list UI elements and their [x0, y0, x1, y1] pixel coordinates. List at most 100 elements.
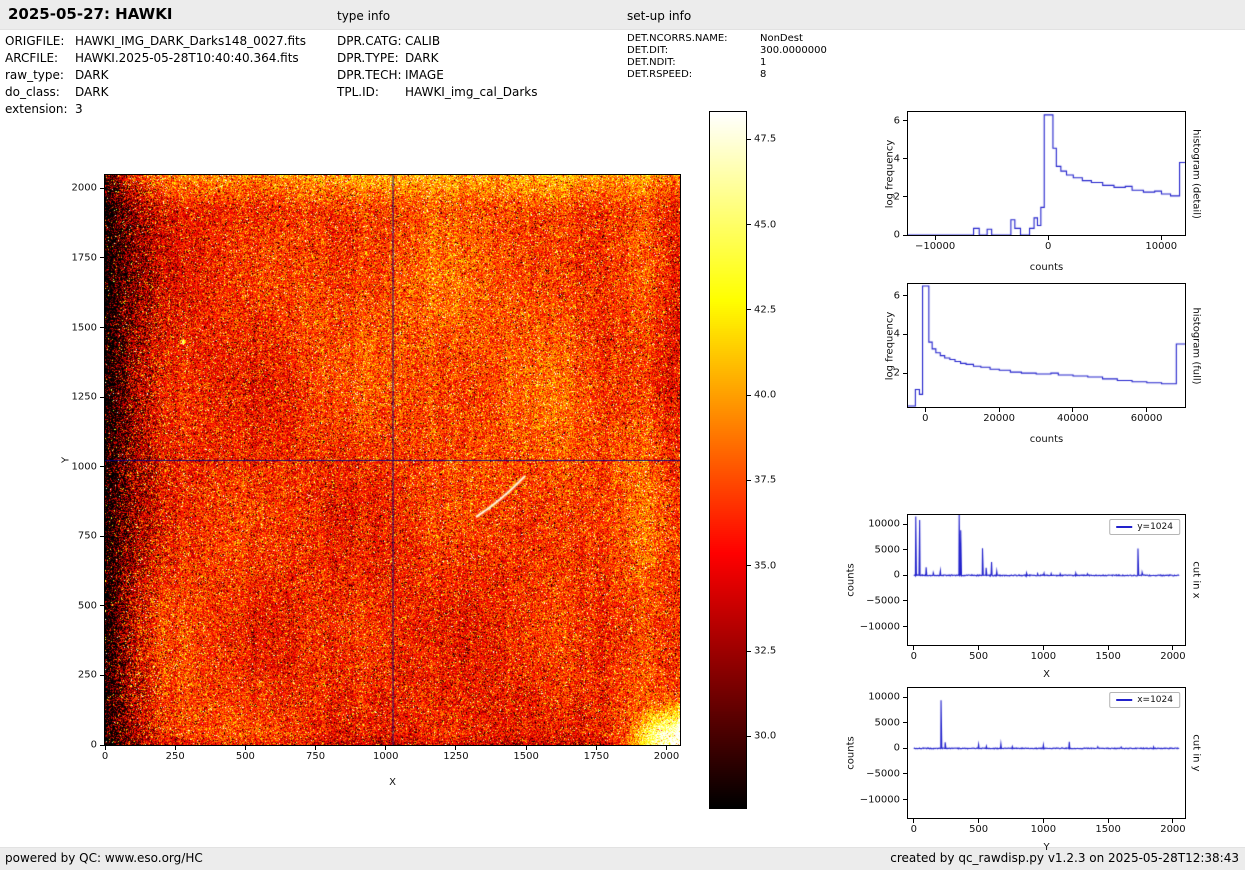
cut-x-x-tickmark [1043, 646, 1044, 650]
hist-detail-x-tick-label: 10000 [1145, 241, 1177, 252]
hist-detail-canvas [908, 112, 1185, 235]
cut-x-right-label: cut in x [1191, 561, 1202, 598]
cut-x-x-tick-label: 0 [911, 651, 917, 662]
cut-y-x-tickmark [978, 819, 979, 823]
main-image-x-tick-label: 0 [102, 751, 108, 762]
colorbar-tickmark [747, 480, 751, 481]
kv-row: DET.DIT:300.0000000 [627, 45, 827, 56]
kv-value: DARK [75, 68, 108, 82]
colorbar-tickmark [747, 309, 751, 310]
hist-detail-x-tickmark [1161, 236, 1162, 240]
kv-row: DET.NDIT:1 [627, 57, 766, 68]
colorbar-tick-label: 37.5 [754, 475, 776, 486]
hist-full-canvas [908, 284, 1185, 407]
legend-line-icon [1116, 699, 1132, 701]
main-image-x-tickmark [175, 746, 176, 750]
main-image-x-tick-label: 2000 [654, 751, 679, 762]
cut-y-y-tickmark [903, 799, 907, 800]
cut-x-x-tick-label: 500 [969, 651, 988, 662]
hist-full-y-tick-label: 6 [894, 290, 900, 301]
main-image-x-tick-label: 1000 [373, 751, 398, 762]
main-image-y-tickmark [100, 745, 104, 746]
hist-full-y-tickmark [903, 334, 907, 335]
kv-value: CALIB [405, 34, 440, 48]
colorbar-tickmark [747, 224, 751, 225]
cut-x-y-tickmark [903, 575, 907, 576]
colorbar-tickmark [747, 395, 751, 396]
hist-full-x-tick-label: 0 [922, 413, 928, 424]
main-image-y-tickmark [100, 466, 104, 467]
kv-value: 1 [760, 57, 766, 68]
main-image-y-tick-label: 750 [78, 531, 97, 542]
hist-full-right-label: histogram (full) [1191, 307, 1202, 384]
main-image-x-tick-label: 750 [306, 751, 325, 762]
cut-y-x-tick-label: 0 [911, 824, 917, 835]
kv-value: 3 [75, 102, 83, 116]
cut-y-x-tick-label: 1000 [1031, 824, 1056, 835]
cut-y-legend-label: x=1024 [1137, 695, 1173, 705]
cut-x-y-tickmark [903, 600, 907, 601]
main-image-x-tickmark [315, 746, 316, 750]
colorbar-canvas [710, 112, 746, 808]
kv-row: DPR.TYPE:DARK [337, 51, 438, 65]
kv-label: TPL.ID: [337, 85, 405, 99]
kv-value: HAWKI_IMG_DARK_Darks148_0027.fits [75, 34, 306, 48]
cut-x-x-tickmark [913, 646, 914, 650]
colorbar-tick-label: 32.5 [754, 646, 776, 657]
colorbar-tickmark [747, 736, 751, 737]
main-image-y-tick-label: 0 [91, 740, 97, 751]
cut-x-x-tickmark [978, 646, 979, 650]
cut-x-x-tick-label: 1000 [1031, 651, 1056, 662]
cut-y-y-tickmark [903, 697, 907, 698]
cut-y-y-tickmark [903, 773, 907, 774]
footer-left-text: powered by QC: www.eso.org/HC [5, 851, 203, 865]
main-image-y-tick-label: 500 [78, 600, 97, 611]
hist-full-x-tickmark [999, 408, 1000, 412]
cut-y-y-tick-label: 0 [894, 743, 900, 754]
main-image-y-tick-label: 250 [78, 670, 97, 681]
cut-x-legend-label: y=1024 [1137, 522, 1173, 532]
footer-right-text: created by qc_rawdisp.py v1.2.3 on 2025-… [890, 851, 1239, 865]
cut-x-y-tick-label: −5000 [866, 595, 900, 606]
main-image-x-tick-label: 1250 [443, 751, 468, 762]
cut-y-legend: x=1024 [1109, 692, 1180, 708]
kv-label: ARCFILE: [5, 51, 75, 65]
main-image-y-tick-label: 1250 [72, 392, 97, 403]
hist-detail-x-axis-label: counts [1030, 262, 1063, 273]
main-image-x-tickmark [455, 746, 456, 750]
cut-y-y-tick-label: −10000 [860, 794, 900, 805]
legend-line-icon [1116, 526, 1132, 528]
hist-full-x-tickmark [925, 408, 926, 412]
kv-label: extension: [5, 102, 75, 116]
main-image-y-tick-label: 2000 [72, 183, 97, 194]
cut-x-legend: y=1024 [1109, 519, 1180, 535]
page-title: 2025-05-27: HAWKI [8, 5, 172, 23]
kv-row: DET.NCORRS.NAME:NonDest [627, 33, 803, 44]
cut-x-x-tickmark [1108, 646, 1109, 650]
cut-y-x-tickmark [913, 819, 914, 823]
cut-x-x-tick-label: 1500 [1095, 651, 1120, 662]
colorbar-tickmark [747, 651, 751, 652]
kv-value: 8 [760, 69, 766, 80]
cut-x-y-tick-label: −10000 [860, 621, 900, 632]
main-image-x-tick-label: 250 [166, 751, 185, 762]
kv-value: HAWKI_img_cal_Darks [405, 85, 538, 99]
hist-detail-right-label: histogram (detail) [1191, 129, 1202, 219]
cut-y-x-tickmark [1043, 819, 1044, 823]
main-image-y-axis-label: Y [61, 457, 72, 463]
main-image-x-tickmark [596, 746, 597, 750]
main-image-x-axis-label: X [389, 777, 396, 788]
qc-report-page: 2025-05-27: HAWKI type info set-up info … [0, 0, 1245, 870]
kv-label: DPR.TYPE: [337, 51, 405, 65]
main-image-y-tickmark [100, 536, 104, 537]
cut-x-x-tickmark [1172, 646, 1173, 650]
colorbar-tickmark [747, 139, 751, 140]
colorbar-tick-label: 35.0 [754, 560, 776, 571]
kv-label: raw_type: [5, 68, 75, 82]
hist-detail-x-tickmark [1048, 236, 1049, 240]
cut-x-y-tickmark [903, 524, 907, 525]
kv-label: DPR.CATG: [337, 34, 405, 48]
kv-label: DET.NCORRS.NAME: [627, 33, 760, 44]
hist-detail-y-tickmark [903, 158, 907, 159]
cut-y-x-tick-label: 2000 [1160, 824, 1185, 835]
